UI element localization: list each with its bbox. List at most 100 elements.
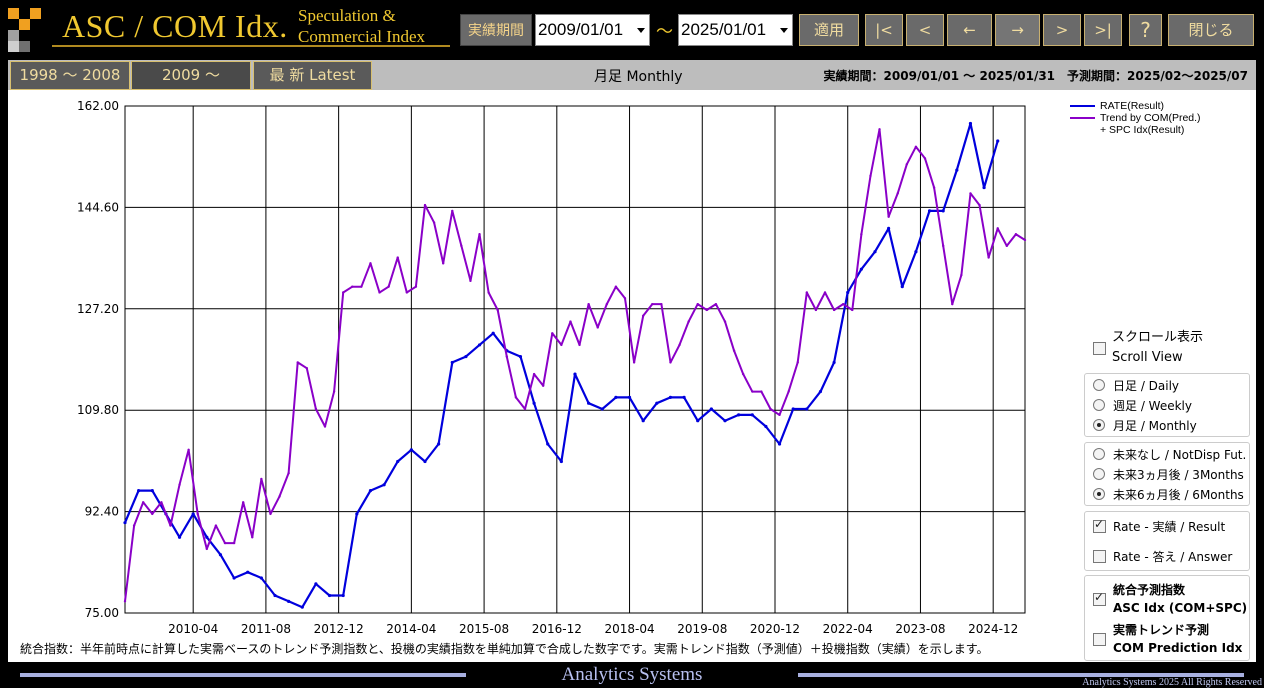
trend-data-point <box>405 291 409 294</box>
rate-data-point <box>450 360 454 365</box>
trend-data-point <box>714 302 718 306</box>
next-button[interactable]: > <box>1043 14 1081 46</box>
trend-data-point <box>841 302 845 306</box>
rate-data-point <box>491 331 495 335</box>
trend-data-point <box>396 256 399 259</box>
footer-title: Analytics Systems <box>561 664 703 685</box>
rate-result-option[interactable]: Rate - 実績 / Result <box>1093 517 1243 537</box>
trend-data-point <box>705 308 709 312</box>
range-separator: ～ <box>656 22 673 42</box>
trend-data-point <box>787 390 790 393</box>
start-date-select[interactable]: 2009/01/01 <box>535 14 650 46</box>
trend-data-point <box>551 332 554 335</box>
interval-daily-label: 日足 / Daily <box>1113 379 1180 393</box>
trend-data-point <box>232 541 236 545</box>
radio-daily[interactable] <box>1093 379 1105 391</box>
x-tick-label: 2012-12 <box>314 622 364 636</box>
period-info: 実績期間：2009/01/01 ～ 2025/01/31 予測期間：2025/0… <box>823 69 1248 83</box>
chart-area: 162.00 144.60 127.20 109.80 92.40 75.00 2010-0… <box>77 99 1027 636</box>
rate-data-point <box>846 290 850 295</box>
rate-data-point <box>532 401 536 405</box>
trend-data-point <box>341 291 345 294</box>
trend-data-point <box>587 302 590 306</box>
rate-data-point <box>832 360 836 365</box>
tab-latest[interactable]: 最 新 Latest <box>253 61 372 90</box>
rate-data-point <box>737 413 741 417</box>
trend-data-point <box>1005 244 1009 248</box>
rate-result-checkbox[interactable] <box>1093 517 1106 533</box>
trend-data-point <box>905 163 909 166</box>
trend-series-line <box>124 128 1026 602</box>
x-tick-label: 2023-08 <box>895 622 945 636</box>
radio-future-3months[interactable] <box>1093 468 1105 480</box>
trend-data-point <box>541 384 545 387</box>
prev-button[interactable]: < <box>906 14 944 46</box>
rate-data-point <box>123 521 127 525</box>
app-title: ASC / COM Idx. <box>62 8 288 44</box>
rate-data-point <box>191 512 195 516</box>
radio-future-none[interactable] <box>1093 448 1105 460</box>
trend-data-point <box>360 285 363 288</box>
trend-data-point <box>1023 238 1027 242</box>
radio-weekly[interactable] <box>1093 399 1105 411</box>
apply-button[interactable]: 適用 <box>799 14 859 46</box>
radio-monthly[interactable] <box>1093 419 1105 431</box>
chart-legend: RATE(Result) Trend by COM(Pred.) + SPC I… <box>1070 100 1201 136</box>
com-idx-option[interactable]: 実需トレンド予測 COM Prediction Idx <box>1093 620 1243 658</box>
first-button[interactable]: |< <box>865 14 903 46</box>
rate-answer-checkbox[interactable] <box>1093 550 1106 563</box>
forward-button[interactable]: → <box>995 14 1040 46</box>
radio-future-6months[interactable] <box>1093 488 1105 500</box>
interval-weekly[interactable]: 週足 / Weekly <box>1093 396 1243 416</box>
trend-data-point <box>887 215 890 218</box>
com-idx-checkbox[interactable] <box>1093 633 1106 646</box>
trend-data-point <box>651 302 654 306</box>
interval-monthly-label: 月足 / Monthly <box>1113 419 1197 433</box>
trend-data-point <box>805 291 809 294</box>
end-date-select[interactable]: 2025/01/01 <box>678 14 793 46</box>
trend-data-point <box>732 349 736 352</box>
interval-daily[interactable]: 日足 / Daily <box>1093 376 1243 396</box>
rate-result-label: Rate - 実績 / Result <box>1113 520 1226 534</box>
legend-swatch-trend <box>1070 117 1095 119</box>
trend-data-point <box>478 233 481 236</box>
scroll-view-checkbox[interactable] <box>1093 342 1106 355</box>
tab-1998-2008[interactable]: 1998 ～ 2008 <box>10 61 130 90</box>
com-idx-label-en: COM Prediction Idx <box>1113 641 1243 655</box>
trend-data-point <box>469 279 472 283</box>
last-button[interactable]: >| <box>1084 14 1122 46</box>
tab-2009[interactable]: 2009 ～ <box>131 61 251 90</box>
close-button[interactable]: 閉じる <box>1168 14 1254 46</box>
scroll-view-label-jp: スクロール表示 <box>1112 330 1204 345</box>
rate-data-point <box>300 605 304 609</box>
interval-monthly[interactable]: 月足 / Monthly <box>1093 416 1243 436</box>
rate-data-point <box>218 553 223 557</box>
trend-data-point <box>178 483 181 486</box>
trend-data-point <box>269 512 272 516</box>
help-button[interactable]: ? <box>1129 14 1162 46</box>
rate-data-point <box>791 407 795 411</box>
future-3months[interactable]: 未来3ヵ月後 / 3Months <box>1093 465 1244 485</box>
trend-data-point <box>987 256 990 259</box>
back-button[interactable]: ← <box>947 14 992 46</box>
rate-data-point <box>287 599 291 603</box>
trend-data-point <box>632 361 636 364</box>
trend-data-point <box>823 291 827 294</box>
y-tick-label: 144.60 <box>77 200 119 214</box>
rate-data-point <box>341 593 345 598</box>
asc-idx-label-jp: 統合予測指数 <box>1113 583 1186 597</box>
rate-data-point <box>627 395 632 399</box>
asc-idx-checkbox[interactable] <box>1093 590 1106 606</box>
x-tick-label: 2020-12 <box>750 622 800 636</box>
app-subtitle: Speculation & Commercial Index <box>298 5 425 47</box>
rate-answer-option[interactable]: Rate - 答え / Answer <box>1093 547 1243 567</box>
trend-data-point <box>496 308 499 312</box>
asc-idx-option[interactable]: 統合予測指数 ASC Idx (COM+SPC) <box>1093 580 1247 618</box>
trend-data-point <box>687 320 690 323</box>
rate-data-point <box>314 582 318 586</box>
trend-data-point <box>641 314 645 317</box>
future-6months[interactable]: 未来6ヵ月後 / 6Months <box>1093 485 1244 505</box>
trend-data-point <box>387 285 390 288</box>
future-none[interactable]: 未来なし / NotDisp Fut. <box>1093 445 1246 465</box>
trend-data-point <box>332 390 336 393</box>
